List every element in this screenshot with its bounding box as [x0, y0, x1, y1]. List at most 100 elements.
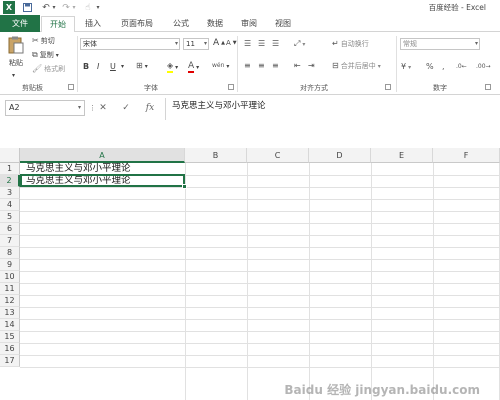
row-header-10[interactable]: 10 [0, 271, 20, 283]
copy-label: 复制 [39, 51, 54, 59]
row-header-9[interactable]: 9 [0, 259, 20, 271]
copy-dropdown-icon[interactable]: ▾ [56, 52, 59, 59]
column-header-d[interactable]: D [309, 148, 371, 163]
column-header-a[interactable]: A [20, 148, 185, 163]
row-header-2[interactable]: 2 [0, 175, 20, 187]
merge-center-button[interactable]: ⊟ 合并后居中 ▾ [332, 61, 381, 71]
increase-decimal-button[interactable]: .0← [456, 62, 467, 72]
format-painter-button[interactable]: 🖌 格式刷 [32, 64, 65, 74]
shrink-font-button[interactable]: A ▼ [226, 39, 237, 47]
gridline [20, 331, 500, 332]
align-center-icon: ≡ [258, 61, 265, 70]
column-header-e[interactable]: E [371, 148, 433, 163]
tab-page-layout[interactable]: 页面布局 [111, 15, 163, 32]
phonetic-button[interactable]: wén ▾ [212, 61, 229, 71]
row-header-13[interactable]: 13 [0, 307, 20, 319]
borders-button[interactable]: ⊞ ▾ [136, 61, 148, 71]
row-header-12[interactable]: 12 [0, 295, 20, 307]
align-left-button[interactable]: ≡ [244, 61, 251, 71]
undo-dropdown-icon[interactable]: ▾ [51, 1, 57, 14]
currency-icon: ¥ [401, 62, 407, 71]
format-painter-label: 格式刷 [44, 65, 66, 73]
ribbon: 粘贴 ▾ ✂ 剪切 ⧉ 复制 ▾ 🖌 格式刷 剪贴板 宋体 ▾ 11 ▾ A ▲ … [0, 32, 500, 95]
tab-formulas[interactable]: 公式 [165, 15, 197, 32]
wrap-text-button[interactable]: ↵ 自动换行 [332, 39, 369, 49]
orientation-button[interactable]: ⤢ ▾ [294, 39, 305, 49]
paste-button[interactable]: 粘贴 [5, 36, 27, 68]
tab-review[interactable]: 审阅 [233, 15, 265, 32]
tab-data[interactable]: 数据 [199, 15, 231, 32]
row-header-8[interactable]: 8 [0, 247, 20, 259]
bold-button[interactable]: B [83, 62, 89, 71]
align-top-icon: ☰ [244, 39, 252, 48]
column-header-b[interactable]: B [185, 148, 247, 163]
increase-indent-button[interactable]: ⇥ [308, 61, 315, 71]
clipboard-group-label: 剪贴板 [22, 84, 43, 92]
bold-icon: B [83, 62, 90, 71]
copy-button[interactable]: ⧉ 复制 ▾ [32, 50, 59, 60]
align-bottom-button[interactable]: ☰ [272, 39, 279, 49]
underline-button[interactable]: U [110, 62, 116, 71]
touch-mode-icon[interactable]: ☝ [82, 1, 94, 14]
fill-handle[interactable] [182, 184, 187, 189]
select-all-button[interactable] [0, 148, 20, 163]
accounting-format-button[interactable]: ¥ ▾ [401, 62, 411, 72]
alignment-group-label: 对齐方式 [300, 84, 328, 92]
column-header-c[interactable]: C [247, 148, 309, 163]
font-color-button[interactable]: A ▾ [188, 61, 199, 73]
clipboard-launcher-icon[interactable] [68, 84, 74, 90]
fill-color-button[interactable]: ◈ ▾ [167, 61, 178, 73]
number-format-select[interactable]: 常规 ▾ [400, 38, 480, 50]
row-header-1[interactable]: 1 [0, 163, 20, 175]
formula-bar-grip-icon: ⋮ [89, 104, 96, 112]
cut-button[interactable]: ✂ 剪切 [32, 36, 55, 46]
underline-dropdown-icon[interactable]: ▾ [121, 63, 124, 70]
underline-icon: U [110, 62, 116, 71]
spreadsheet-grid[interactable]: A B C D E F 1 2 3 4 5 6 7 8 9 10 11 12 1… [0, 148, 500, 400]
row-header-7[interactable]: 7 [0, 235, 20, 247]
align-right-button[interactable]: ≡ [272, 61, 279, 71]
gridline [20, 199, 500, 200]
name-box[interactable]: A2 ▾ [5, 100, 85, 116]
customize-qat-icon[interactable]: ▾ [94, 1, 102, 14]
row-header-5[interactable]: 5 [0, 211, 20, 223]
save-icon[interactable] [22, 1, 33, 14]
italic-button[interactable]: I [97, 62, 99, 71]
alignment-launcher-icon[interactable] [385, 84, 391, 90]
row-header-17[interactable]: 17 [0, 355, 20, 367]
enter-icon[interactable]: ✓ [119, 101, 133, 115]
row-header-11[interactable]: 11 [0, 283, 20, 295]
gridline [20, 295, 500, 296]
row-header-14[interactable]: 14 [0, 319, 20, 331]
column-header-f[interactable]: F [433, 148, 500, 163]
cancel-icon[interactable]: ✕ [96, 101, 110, 115]
gridline [20, 367, 500, 368]
number-launcher-icon[interactable] [485, 84, 491, 90]
tab-insert[interactable]: 插入 [77, 15, 109, 32]
row-header-3[interactable]: 3 [0, 187, 20, 199]
align-middle-button[interactable]: ☰ [258, 39, 265, 49]
tab-file[interactable]: 文件 [0, 15, 40, 32]
align-center-button[interactable]: ≡ [258, 61, 265, 71]
percent-style-button[interactable]: % [426, 62, 434, 72]
row-header-6[interactable]: 6 [0, 223, 20, 235]
tab-view[interactable]: 视图 [267, 15, 299, 32]
decrease-indent-button[interactable]: ⇤ [294, 61, 301, 71]
row-header-4[interactable]: 4 [0, 199, 20, 211]
comma-style-button[interactable]: , [442, 62, 445, 72]
formula-input[interactable]: 马克思主义与邓小平理论 [165, 98, 500, 120]
align-top-button[interactable]: ☰ [244, 39, 251, 49]
font-launcher-icon[interactable] [228, 84, 234, 90]
gridline [20, 247, 500, 248]
grow-font-button[interactable]: A ▲ [213, 38, 225, 48]
row-header-15[interactable]: 15 [0, 331, 20, 343]
insert-function-icon[interactable]: fx [142, 101, 158, 115]
decrease-decimal-button[interactable]: .00→ [476, 62, 491, 72]
chevron-down-icon[interactable]: ▾ [78, 101, 81, 115]
row-header-16[interactable]: 16 [0, 343, 20, 355]
font-size-select[interactable]: 11 ▾ [183, 38, 209, 50]
font-name-select[interactable]: 宋体 ▾ [80, 38, 180, 50]
tab-home[interactable]: 开始 [41, 16, 75, 33]
paste-dropdown-icon[interactable]: ▾ [12, 72, 15, 79]
redo-dropdown-icon[interactable]: ▾ [71, 1, 77, 14]
